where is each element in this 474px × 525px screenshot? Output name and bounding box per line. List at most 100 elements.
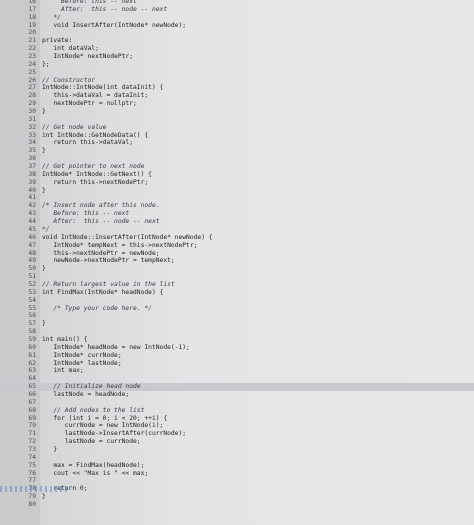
code-text[interactable]: int IntNode::GetNodeData() {: [42, 132, 148, 140]
code-line[interactable]: 45 */: [0, 226, 474, 234]
code-text[interactable]: private:: [42, 37, 72, 45]
code-line[interactable]: 44 After: this -- node -- next: [0, 218, 474, 226]
code-text[interactable]: int dataVal;: [42, 45, 99, 53]
code-text[interactable]: After: this -- node -- next: [42, 6, 167, 14]
code-text[interactable]: // Get pointer to next node: [42, 163, 144, 171]
code-line[interactable]: 60 IntNode* headNode = new IntNode(-1);: [0, 344, 474, 352]
code-text[interactable]: IntNode::IntNode(int dataInit) {: [42, 84, 163, 92]
code-line[interactable]: 36: [0, 155, 474, 163]
code-line[interactable]: 20: [0, 29, 474, 37]
code-text[interactable]: lastNode = currNode;: [42, 438, 141, 446]
code-text[interactable]: cout << "Max is " << max;: [42, 470, 148, 478]
code-line[interactable]: 26 // Constructor: [0, 77, 474, 85]
code-text[interactable]: lastNode = headNode;: [42, 391, 129, 399]
code-line[interactable]: 56: [0, 312, 474, 320]
code-line[interactable]: 23 IntNode* nextNodePtr;: [0, 53, 474, 61]
code-line[interactable]: 29 nextNodePtr = nullptr;: [0, 100, 474, 108]
code-text[interactable]: }: [42, 320, 46, 328]
code-text[interactable]: currNode = new IntNode(i);: [42, 422, 164, 430]
code-text[interactable]: // Initialize head node: [42, 383, 140, 391]
code-text[interactable]: After: this -- node -- next: [42, 218, 159, 226]
code-text[interactable]: */: [42, 226, 50, 234]
code-text[interactable]: // Get node value: [42, 124, 106, 132]
code-line[interactable]: 67: [0, 399, 474, 407]
code-line[interactable]: 73 }: [0, 446, 474, 454]
code-text[interactable]: // Return largest value in the list: [42, 281, 175, 289]
code-line[interactable]: 46 void IntNode::InsertAfter(IntNode* new…: [0, 234, 474, 242]
code-text[interactable]: newNode->nextNodePtr = tempNext;: [42, 257, 174, 265]
code-line[interactable]: 62 IntNode* lastNode;: [0, 360, 474, 368]
code-text[interactable]: IntNode* IntNode::GetNext() {: [42, 171, 152, 179]
code-line[interactable]: 17 After: this -- node -- next: [0, 6, 474, 14]
code-line[interactable]: 33 int IntNode::GetNodeData() {: [0, 132, 474, 140]
code-line[interactable]: 22 int dataVal;: [0, 45, 474, 53]
code-text[interactable]: }: [42, 493, 46, 501]
code-text[interactable]: }: [42, 446, 57, 454]
code-line[interactable]: 40}: [0, 187, 474, 195]
code-line[interactable]: 71 lastNode->InsertAfter(currNode);: [0, 430, 474, 438]
code-line[interactable]: 43 Before: this -- next: [0, 210, 474, 218]
code-line[interactable]: 35}: [0, 147, 474, 155]
code-line[interactable]: 68 // Add nodes to the list: [0, 407, 474, 415]
code-line[interactable]: 34 return this->dataVal;: [0, 139, 474, 147]
code-line[interactable]: 39 return this->nextNodePtr;: [0, 179, 474, 187]
code-line[interactable]: 72 lastNode = currNode;: [0, 438, 474, 446]
code-line[interactable]: 78 return 0;: [0, 485, 474, 493]
code-text[interactable]: IntNode* headNode = new IntNode(-1);: [42, 344, 190, 352]
code-line[interactable]: 79}: [0, 493, 474, 501]
code-line[interactable]: 25: [0, 69, 474, 77]
code-line[interactable]: 69 for (int i = 0; i < 20; ++i) {: [0, 415, 474, 423]
code-line[interactable]: 21 private:: [0, 37, 474, 45]
code-line[interactable]: 51: [0, 273, 474, 281]
code-line[interactable]: 57}: [0, 320, 474, 328]
code-text[interactable]: IntNode* tempNext = this->nextNodePtr;: [42, 242, 197, 250]
code-text[interactable]: Before: this -- next: [42, 210, 129, 218]
code-editor[interactable]: 16 Before: this -- next 17 After: this --…: [0, 0, 474, 525]
code-text[interactable]: this->dataVal = dataInit;: [42, 92, 148, 100]
code-text[interactable]: this->nextNodePtr = newNode;: [42, 250, 159, 258]
code-line[interactable]: 63 int max;: [0, 367, 474, 375]
code-line[interactable]: 27 IntNode::IntNode(int dataInit) {: [0, 84, 474, 92]
code-line[interactable]: 31: [0, 116, 474, 124]
code-line[interactable]: 61 IntNode* currNode;: [0, 352, 474, 360]
code-text[interactable]: */: [42, 14, 61, 22]
code-text[interactable]: nextNodePtr = nullptr;: [42, 100, 136, 108]
code-text[interactable]: /* Type your code here. */: [42, 305, 152, 313]
code-line[interactable]: 66 lastNode = headNode;: [0, 391, 474, 399]
code-line[interactable]: 38 IntNode* IntNode::GetNext() {: [0, 171, 474, 179]
code-line[interactable]: 65 // Initialize head node: [0, 383, 474, 391]
code-line[interactable]: 19 void InsertAfter(IntNode* newNode);: [0, 22, 474, 30]
code-line[interactable]: 52 // Return largest value in the list: [0, 281, 474, 289]
code-text[interactable]: max = FindMax(headNode);: [42, 462, 144, 470]
code-line[interactable]: 47 IntNode* tempNext = this->nextNodePtr…: [0, 242, 474, 250]
code-line[interactable]: 59 int main() {: [0, 336, 474, 344]
code-lines[interactable]: 16 Before: this -- next 17 After: this --…: [0, 0, 474, 509]
code-text[interactable]: void InsertAfter(IntNode* newNode);: [42, 22, 186, 30]
code-line[interactable]: 49 newNode->nextNodePtr = tempNext;: [0, 257, 474, 265]
code-text[interactable]: int FindMax(IntNode* headNode) {: [42, 289, 163, 297]
code-line[interactable]: 74: [0, 454, 474, 462]
code-text[interactable]: int max;: [42, 367, 83, 375]
code-text[interactable]: // Add nodes to the list: [42, 407, 144, 415]
code-line[interactable]: 32 // Get node value: [0, 124, 474, 132]
code-line[interactable]: 18 */: [0, 14, 474, 22]
code-line[interactable]: 64: [0, 375, 474, 383]
code-line[interactable]: 30}: [0, 108, 474, 116]
code-text[interactable]: for (int i = 0; i < 20; ++i) {: [42, 415, 167, 423]
code-line[interactable]: 76 cout << "Max is " << max;: [0, 470, 474, 478]
code-text[interactable]: }: [42, 265, 46, 273]
code-text[interactable]: };: [42, 61, 50, 69]
code-text[interactable]: IntNode* currNode;: [42, 352, 121, 360]
code-line[interactable]: 37 // Get pointer to next node: [0, 163, 474, 171]
code-line[interactable]: 54: [0, 297, 474, 305]
code-line[interactable]: 70 currNode = new IntNode(i);: [0, 422, 474, 430]
code-text[interactable]: IntNode* nextNodePtr;: [42, 53, 133, 61]
code-text[interactable]: IntNode* lastNode;: [42, 360, 121, 368]
code-text[interactable]: return this->nextNodePtr;: [42, 179, 148, 187]
code-line[interactable]: 80: [0, 501, 474, 509]
code-line[interactable]: 58: [0, 328, 474, 336]
code-text[interactable]: void IntNode::InsertAfter(IntNode* newNo…: [42, 234, 213, 242]
code-text[interactable]: int main() {: [42, 336, 88, 344]
code-text[interactable]: }: [42, 187, 46, 195]
code-line[interactable]: 75 max = FindMax(headNode);: [0, 462, 474, 470]
